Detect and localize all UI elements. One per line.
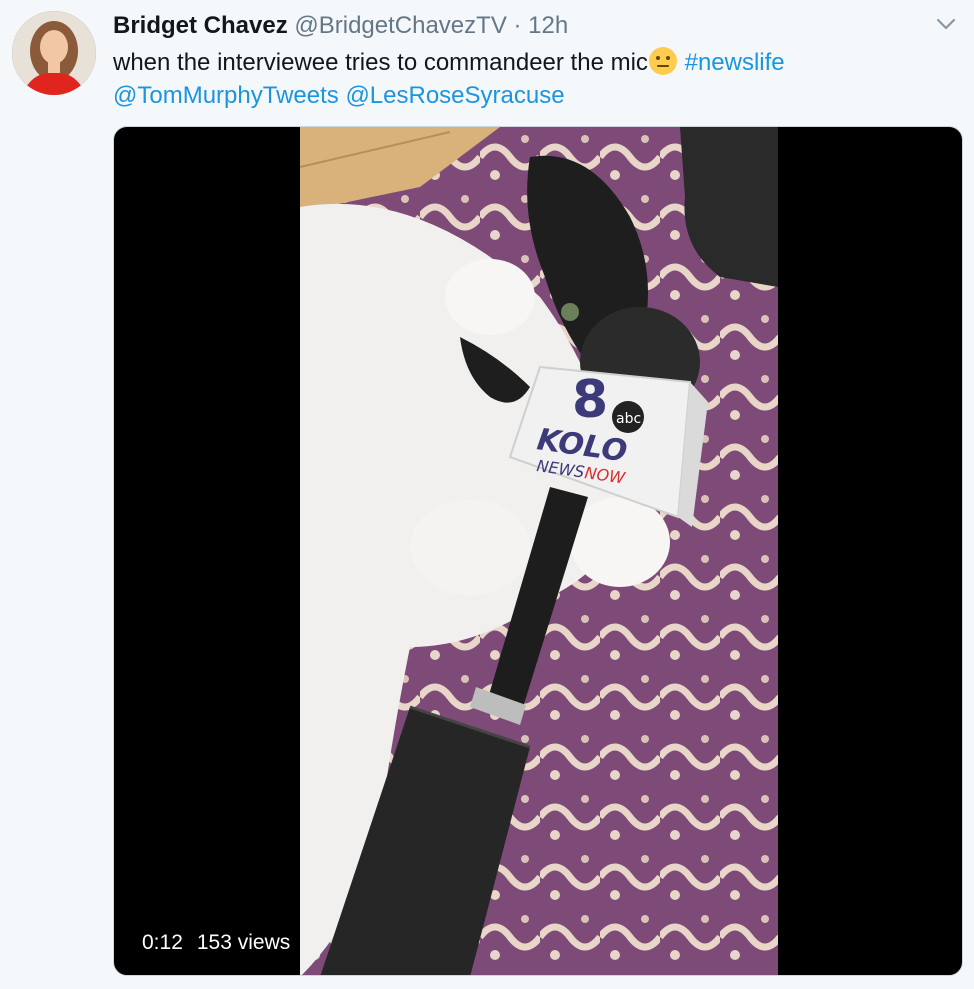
tweet-text-body: when the interviewee tries to commandeer…	[113, 49, 648, 76]
mic-network-label: abc	[616, 411, 641, 427]
tweet-header: Bridget Chavez @BridgetChavezTV · 12h	[113, 12, 568, 40]
tweet-card: Bridget Chavez @BridgetChavezTV · 12h wh…	[0, 0, 974, 989]
video-duration: 0:12	[142, 931, 183, 954]
tweet-timestamp[interactable]: 12h	[528, 12, 568, 39]
video-stats-badge: 0:12 153 views	[132, 925, 301, 961]
neutral-face-icon	[648, 46, 678, 76]
video-frame[interactable]: 8 abc KOLO NEWS NOW	[300, 127, 778, 975]
chevron-down-icon[interactable]	[932, 12, 960, 36]
mic-channel-number: 8	[572, 370, 608, 430]
mention-link[interactable]: @LesRoseSyracuse	[345, 82, 564, 109]
video-player[interactable]: 8 abc KOLO NEWS NOW 0:12 153 views	[113, 126, 963, 976]
mention-link[interactable]: @TomMurphyTweets	[113, 82, 339, 109]
video-views: 153 views	[196, 931, 291, 954]
avatar[interactable]	[12, 11, 96, 95]
tweet-text: when the interviewee tries to commandeer…	[113, 46, 953, 112]
hashtag-link[interactable]: #newslife	[685, 49, 785, 76]
separator-dot: ·	[513, 12, 522, 39]
author-name[interactable]: Bridget Chavez	[113, 12, 288, 39]
author-handle[interactable]: @BridgetChavezTV	[294, 12, 506, 39]
